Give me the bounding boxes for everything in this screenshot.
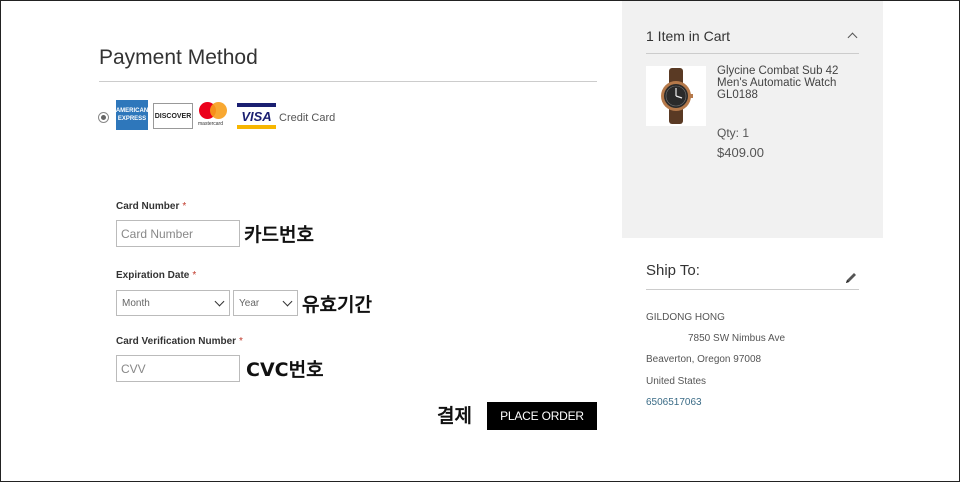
product-price: $409.00	[717, 145, 764, 160]
mastercard-logo: mastercard	[197, 100, 233, 130]
amex-logo: AMERICAN EXPRESS	[116, 100, 148, 130]
place-order-annotation: 결제	[437, 405, 472, 427]
expiration-month-select[interactable]: Month	[116, 290, 230, 316]
chevron-down-icon	[282, 296, 293, 306]
divider	[646, 289, 859, 290]
cvv-annotation: CVC번호	[246, 359, 324, 381]
card-number-label: Card Number *	[116, 201, 187, 212]
product-qty: Qty: 1	[717, 126, 750, 140]
expiration-year-select[interactable]: Year	[233, 290, 298, 316]
pencil-icon[interactable]	[844, 271, 858, 290]
cart-title[interactable]: 1 Item in Cart	[646, 28, 730, 44]
ship-name: GILDONG HONG	[646, 312, 725, 323]
card-number-annotation: 카드번호	[244, 224, 314, 246]
ship-phone[interactable]: 6506517063	[646, 397, 702, 408]
expiration-annotation: 유효기간	[302, 294, 372, 316]
discover-logo: DISCOVER	[153, 103, 193, 129]
divider	[646, 53, 859, 54]
cvv-input[interactable]: CVV	[116, 355, 240, 382]
card-number-input[interactable]: Card Number	[116, 220, 240, 247]
place-order-button[interactable]: PLACE ORDER	[487, 402, 597, 430]
expiration-date-label: Expiration Date *	[116, 270, 197, 281]
ship-to-title: Ship To:	[646, 262, 700, 279]
product-thumbnail	[646, 66, 706, 126]
ship-country: United States	[646, 376, 707, 387]
product-name[interactable]: Glycine Combat Sub 42 Men's Automatic Wa…	[717, 65, 867, 101]
ship-street: 7850 SW Nimbus Ave	[688, 333, 786, 344]
cvv-label: Card Verification Number *	[116, 336, 243, 347]
divider	[99, 81, 597, 82]
ship-city: Beaverton, Oregon 97008	[646, 354, 762, 365]
chevron-down-icon	[214, 296, 225, 306]
credit-card-radio[interactable]	[98, 112, 109, 123]
payment-method-title: Payment Method	[99, 46, 258, 69]
visa-logo: VISA	[237, 103, 276, 129]
credit-card-label: Credit Card	[279, 112, 336, 124]
